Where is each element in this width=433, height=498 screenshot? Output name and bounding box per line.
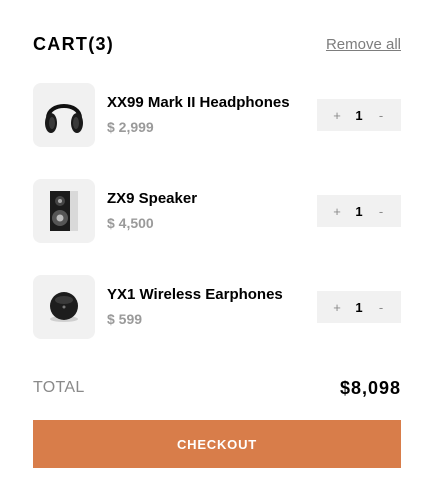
- headphones-icon: [45, 104, 83, 133]
- total-label: TOTAL: [33, 379, 85, 396]
- increment-button[interactable]: -: [375, 300, 387, 315]
- increment-button[interactable]: -: [375, 204, 387, 219]
- item-name: YX1 Wireless Earphones: [107, 286, 283, 303]
- item-name: ZX9 Speaker: [107, 190, 198, 207]
- cart-item: XX99 Mark II Headphones $ 2,999 + 1 -: [33, 83, 401, 147]
- quantity-stepper: + 1 -: [317, 291, 401, 323]
- quantity-stepper: + 1 -: [317, 195, 401, 227]
- item-info: YX1 Wireless Earphones $ 599: [107, 286, 317, 328]
- quantity-value: 1: [355, 203, 363, 219]
- item-price: $ 2,999: [107, 119, 154, 135]
- checkout-button[interactable]: CHECKOUT: [33, 420, 401, 468]
- increment-button[interactable]: -: [375, 108, 387, 123]
- remove-all-link[interactable]: Remove all: [326, 36, 401, 53]
- product-thumbnail: [33, 275, 95, 339]
- quantity-stepper: + 1 -: [317, 99, 401, 131]
- total-value: $8,098: [339, 377, 401, 398]
- earphones-icon: [50, 292, 78, 322]
- item-price: $ 599: [107, 311, 143, 327]
- decrement-button[interactable]: +: [331, 108, 343, 123]
- item-info: XX99 Mark II Headphones $ 2,999: [107, 94, 317, 136]
- decrement-button[interactable]: +: [331, 300, 343, 315]
- cart-item: YX1 Wireless Earphones $ 599 + 1 -: [33, 275, 401, 339]
- cart-item: ZX9 Speaker $ 4,500 + 1 -: [33, 179, 401, 243]
- decrement-button[interactable]: +: [331, 204, 343, 219]
- cart-panel: CART(3) Remove all XX99 Mark II Headphon…: [0, 0, 433, 498]
- item-price: $ 4,500: [107, 215, 154, 231]
- product-thumbnail: [33, 179, 95, 243]
- total-row: TOTAL $8,098: [33, 377, 401, 399]
- item-info: ZX9 Speaker $ 4,500: [107, 190, 317, 232]
- cart-title: CART(3): [33, 33, 115, 54]
- quantity-value: 1: [355, 107, 363, 123]
- item-name: XX99 Mark II Headphones: [107, 94, 290, 111]
- speaker-icon: [50, 191, 78, 231]
- quantity-value: 1: [355, 299, 363, 315]
- cart-header: CART(3) Remove all: [33, 33, 401, 55]
- product-thumbnail: [33, 83, 95, 147]
